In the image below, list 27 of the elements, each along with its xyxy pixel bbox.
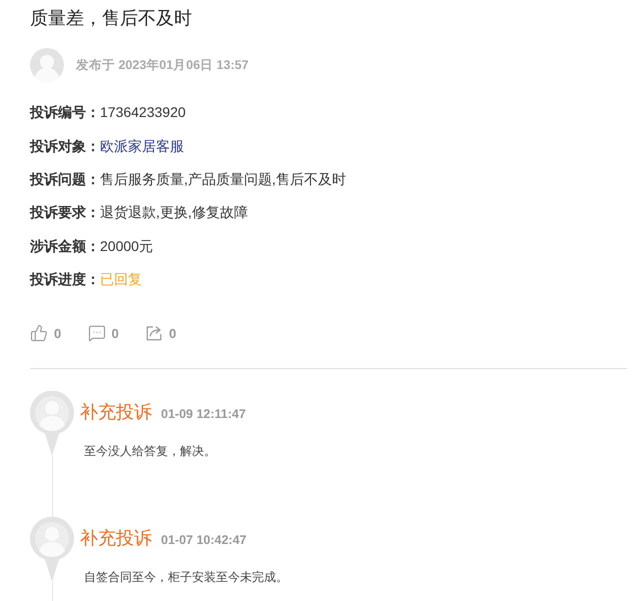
detail-label: 投诉对象： <box>30 136 100 156</box>
merchant-link[interactable]: 欧派家居客服 <box>100 136 184 157</box>
comment-icon <box>88 324 106 342</box>
thumbs-up-icon <box>30 324 48 342</box>
detail-value: 退货退款,更换,修复故障 <box>100 203 248 222</box>
detail-label: 涉诉金额： <box>30 236 100 256</box>
detail-value: 售后服务质量,产品质量问题,售后不及时 <box>100 170 346 189</box>
comment-button[interactable]: 0 <box>88 324 119 344</box>
detail-label: 投诉编号： <box>30 103 100 122</box>
share-button[interactable]: 0 <box>145 324 176 344</box>
entry-title: 补充投诉 <box>80 401 152 424</box>
publish-date: 发布于 2023年01月06日 13:57 <box>76 56 249 74</box>
detail-value: 20000元 <box>100 236 153 256</box>
entry-text: 自签合同至今，柜子安装至今未完成。 <box>84 569 288 586</box>
like-button[interactable]: 0 <box>30 324 62 344</box>
share-icon <box>145 324 163 342</box>
detail-value: 17364233920 <box>100 103 186 122</box>
complaint-title: 质量差，售后不及时 <box>30 7 192 30</box>
entry-text: 至今没人给答复，解决。 <box>84 443 216 460</box>
entry-time: 01-09 12:11:47 <box>161 406 246 424</box>
entry-time: 01-07 10:42:47 <box>161 532 246 550</box>
detail-label: 投诉问题： <box>30 170 100 189</box>
detail-value: 已回复 <box>100 270 142 290</box>
entry-title: 补充投诉 <box>80 527 152 550</box>
avatar-icon <box>30 48 64 82</box>
detail-label: 投诉要求： <box>30 203 100 222</box>
detail-label: 投诉进度： <box>30 270 100 290</box>
